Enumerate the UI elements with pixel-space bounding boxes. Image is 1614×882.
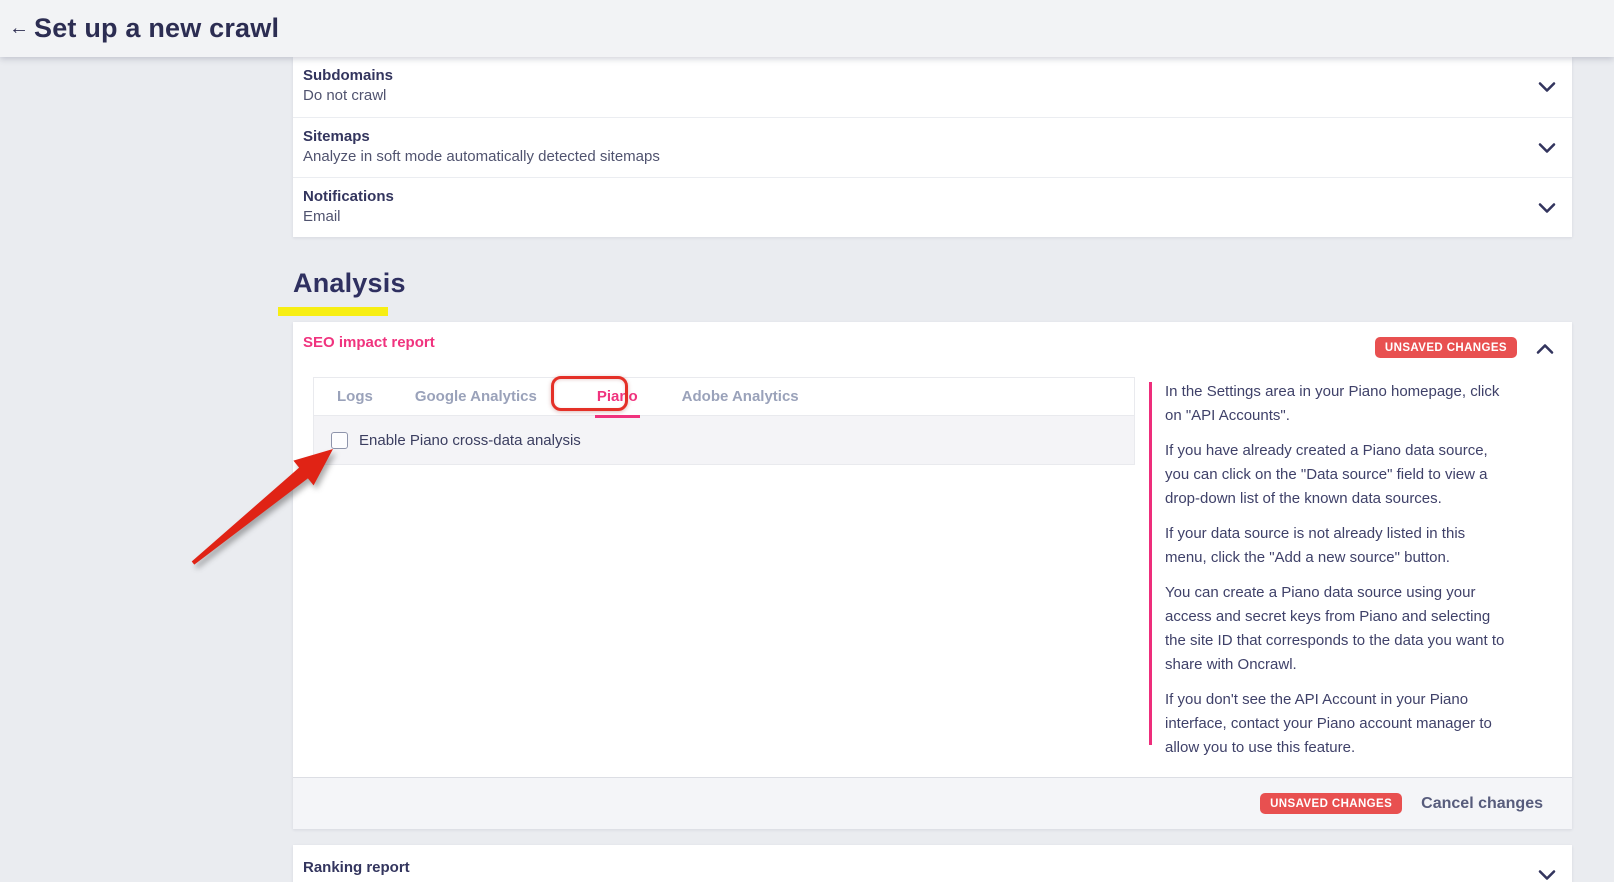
back-arrow-icon[interactable]: ← [6,17,32,40]
section-row-subdomains[interactable]: Subdomains Do not crawl [293,57,1572,117]
chevron-down-icon[interactable] [1538,869,1556,881]
tab-google-analytics[interactable]: Google Analytics [401,378,551,416]
tab-adobe-analytics[interactable]: Adobe Analytics [668,378,813,416]
section-row-sitemaps[interactable]: Sitemaps Analyze in soft mode automatica… [293,117,1572,177]
unsaved-changes-badge: UNSAVED CHANGES [1375,337,1517,358]
tab-bar: Logs Google Analytics Piano Adobe Analyt… [314,378,1134,416]
chevron-up-icon[interactable] [1536,343,1554,355]
help-paragraph: You can create a Piano data source using… [1165,581,1505,677]
cancel-changes-button[interactable]: Cancel changes [1421,795,1543,813]
section-title: Subdomains [303,66,1554,86]
ranking-report-card[interactable]: Ranking report [293,845,1572,882]
analytics-source-tab-panel: Logs Google Analytics Piano Adobe Analyt… [313,377,1135,465]
help-paragraph: In the Settings area in your Piano homep… [1165,380,1505,428]
help-paragraph: If your data source is not already liste… [1165,522,1505,570]
crawl-settings-card: Subdomains Do not crawl Sitemaps Analyze… [293,57,1572,237]
section-title: Sitemaps [303,127,1554,147]
enable-piano-label: Enable Piano cross-data analysis [359,432,581,449]
chevron-down-icon[interactable] [1538,142,1556,154]
chevron-down-icon[interactable] [1538,202,1556,214]
page-header: ← Set up a new crawl [0,0,1614,57]
section-value: Analyze in soft mode automatically detec… [303,147,1554,167]
seo-impact-report-card: SEO impact report UNSAVED CHANGES Logs G… [293,322,1572,829]
seo-card-header: SEO impact report UNSAVED CHANGES [293,322,1572,370]
section-value: Email [303,207,1554,227]
piano-help-text: In the Settings area in your Piano homep… [1165,380,1505,771]
enable-piano-row: Enable Piano cross-data analysis [314,416,1134,464]
chevron-down-icon[interactable] [1538,81,1556,93]
analysis-section-heading: Analysis [278,268,406,299]
ranking-report-title: Ranking report [303,858,410,878]
unsaved-changes-badge: UNSAVED CHANGES [1260,793,1402,814]
analysis-heading-text: Analysis [293,268,406,299]
help-paragraph: If you have already created a Piano data… [1165,439,1505,511]
seo-card-title: SEO impact report [303,334,435,351]
help-panel-divider [1149,382,1152,745]
tab-piano[interactable]: Piano [583,378,652,416]
tab-logs[interactable]: Logs [323,378,387,416]
section-value: Do not crawl [303,86,1554,106]
section-title: Notifications [303,187,1554,207]
section-row-notifications[interactable]: Notifications Email [293,177,1572,237]
page-title: Set up a new crawl [34,13,279,44]
seo-card-footer: UNSAVED CHANGES Cancel changes [293,777,1572,829]
enable-piano-checkbox[interactable] [331,432,348,449]
help-paragraph: If you don't see the API Account in your… [1165,688,1505,760]
yellow-highlight-underline [278,307,388,316]
